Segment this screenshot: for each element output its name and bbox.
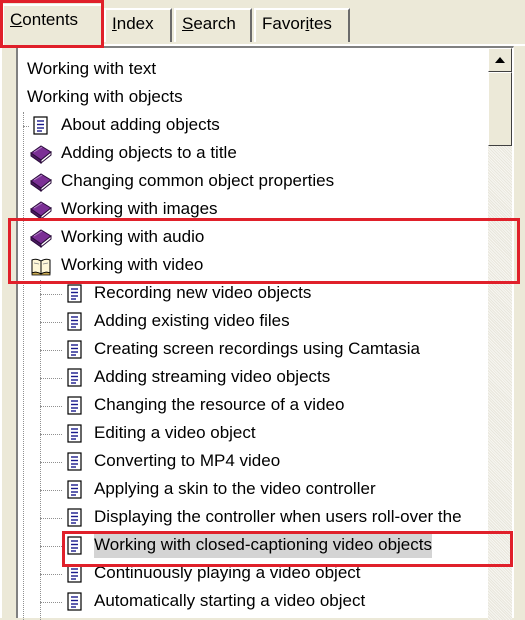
tree-topic[interactable]: Continuously playing a video object (18, 560, 488, 588)
closed-book-icon (30, 228, 52, 249)
tree-topic[interactable]: Working with closed-captioning video obj… (18, 532, 488, 560)
tree-item-label: Displaying the controller when users rol… (94, 507, 462, 526)
tree-book[interactable]: Working with images (18, 196, 488, 224)
tree-book[interactable]: Working with video (18, 252, 488, 280)
tree-item-label: Working with audio (61, 227, 205, 246)
tab-index[interactable]: Index (104, 8, 172, 42)
tree-item-label: Applying a skin to the video controller (94, 479, 376, 498)
tree-item-label: Working with images (61, 199, 218, 218)
tree-guide-branch (40, 322, 62, 323)
tree-topic[interactable]: Adding streaming video objects (18, 364, 488, 392)
tree-guide-branch (23, 126, 29, 127)
vertical-scrollbar[interactable] (488, 48, 512, 620)
tree-item-label: Creating screen recordings using Camtasi… (94, 339, 420, 358)
tree-book[interactable]: Changing common object properties (18, 168, 488, 196)
tree-item-label: Automatically starting a video object (94, 591, 366, 610)
tab-strip: Contents Index Search Favorites (0, 0, 525, 46)
tree-guide-level2 (40, 280, 41, 620)
tree-item-label: Editing a video object (94, 423, 256, 442)
closed-book-icon (30, 144, 52, 165)
tab-favorites-label-pre: Favor (262, 14, 306, 33)
tree-topic[interactable]: Creating screen recordings using Camtasi… (18, 336, 488, 364)
page-icon (64, 340, 86, 360)
tree-guide-branch (40, 350, 62, 351)
tree-guide-branch (40, 462, 62, 463)
tab-favorites[interactable]: Favorites (254, 8, 350, 42)
tree-guide-branch (40, 546, 62, 547)
tree-guide-branch (40, 518, 62, 519)
page-icon (64, 424, 86, 444)
tree-topic[interactable]: Displaying the controller when users rol… (18, 504, 488, 532)
tree-item-label: Recording new video objects (94, 283, 312, 302)
tree-item-label: Changing common object properties (61, 171, 335, 190)
page-icon (64, 396, 86, 416)
tree-topic[interactable]: Changing the resource of a video (18, 392, 488, 420)
tree-item-label: Converting to MP4 video (94, 451, 281, 470)
tab-index-label: ndex (116, 14, 154, 33)
page-icon (64, 312, 86, 332)
tree-topic[interactable]: About adding objects (18, 112, 488, 140)
tree-guide-branch (40, 406, 62, 407)
tree-topic[interactable]: Converting to MP4 video (18, 448, 488, 476)
contents-tree-panel: Working with text Working with objects Abo… (16, 46, 514, 620)
tree-item-label: Adding objects to a title (61, 143, 237, 162)
tree-item-label: Changing the resource of a video (94, 395, 345, 414)
tree-item-label: About adding objects (61, 115, 220, 134)
tree-topic[interactable]: Automatically starting a video object (18, 588, 488, 616)
tree-item[interactable]: Working with objects (18, 84, 488, 112)
tree-topic[interactable]: Recording new video objects (18, 280, 488, 308)
tab-contents-accel: C (10, 10, 23, 29)
closed-book-icon (30, 172, 52, 193)
closed-book-icon (30, 200, 52, 221)
page-icon (64, 452, 86, 472)
tab-contents-label: ontents (22, 10, 79, 29)
tree-book[interactable]: Working with audio (18, 224, 488, 252)
page-icon (64, 480, 86, 500)
tree-item-label: Working with closed-captioning video obj… (94, 532, 432, 558)
tree-item-label: Working with text (27, 59, 157, 78)
tree-guide-branch (40, 294, 62, 295)
page-icon (64, 592, 86, 612)
tree-topic[interactable]: Adding existing video files (18, 308, 488, 336)
tree-item-label: Continuously playing a video object (94, 563, 361, 582)
page-icon (30, 116, 52, 136)
scroll-track[interactable] (488, 146, 512, 620)
tree-guide-branch (40, 490, 62, 491)
tab-search[interactable]: Search (174, 8, 252, 42)
tree-topic[interactable]: Editing a video object (18, 420, 488, 448)
page-icon (64, 536, 86, 556)
page-icon (64, 508, 86, 528)
scroll-thumb[interactable] (488, 72, 512, 146)
tree-item-label: Working with objects (27, 87, 183, 106)
tree-guide-branch (40, 378, 62, 379)
tree-item-label: Working with video (61, 255, 204, 274)
tree-item[interactable]: Working with text (18, 56, 488, 84)
page-icon (64, 284, 86, 304)
tab-favorites-label-rest: tes (309, 14, 332, 33)
contents-tree: Working with text Working with objects Abo… (18, 48, 488, 620)
tree-item-label: Adding existing video files (94, 311, 290, 330)
page-icon (64, 368, 86, 388)
tree-book[interactable]: Adding objects to a title (18, 140, 488, 168)
tree-item-label: Adding streaming video objects (94, 367, 331, 386)
scroll-up-button[interactable] (488, 48, 512, 72)
frame-left-edge (0, 46, 2, 618)
tab-search-accel: S (182, 14, 194, 33)
tree-guide-level1 (23, 112, 24, 620)
tab-contents[interactable]: Contents (2, 4, 104, 46)
open-book-icon (30, 256, 52, 276)
tree-topic[interactable]: Applying a skin to the video controller (18, 476, 488, 504)
tree-guide-branch (40, 434, 62, 435)
tree-guide-branch (40, 602, 62, 603)
page-icon (64, 564, 86, 584)
tree-guide-branch (40, 574, 62, 575)
tab-search-label: earch (193, 14, 236, 33)
